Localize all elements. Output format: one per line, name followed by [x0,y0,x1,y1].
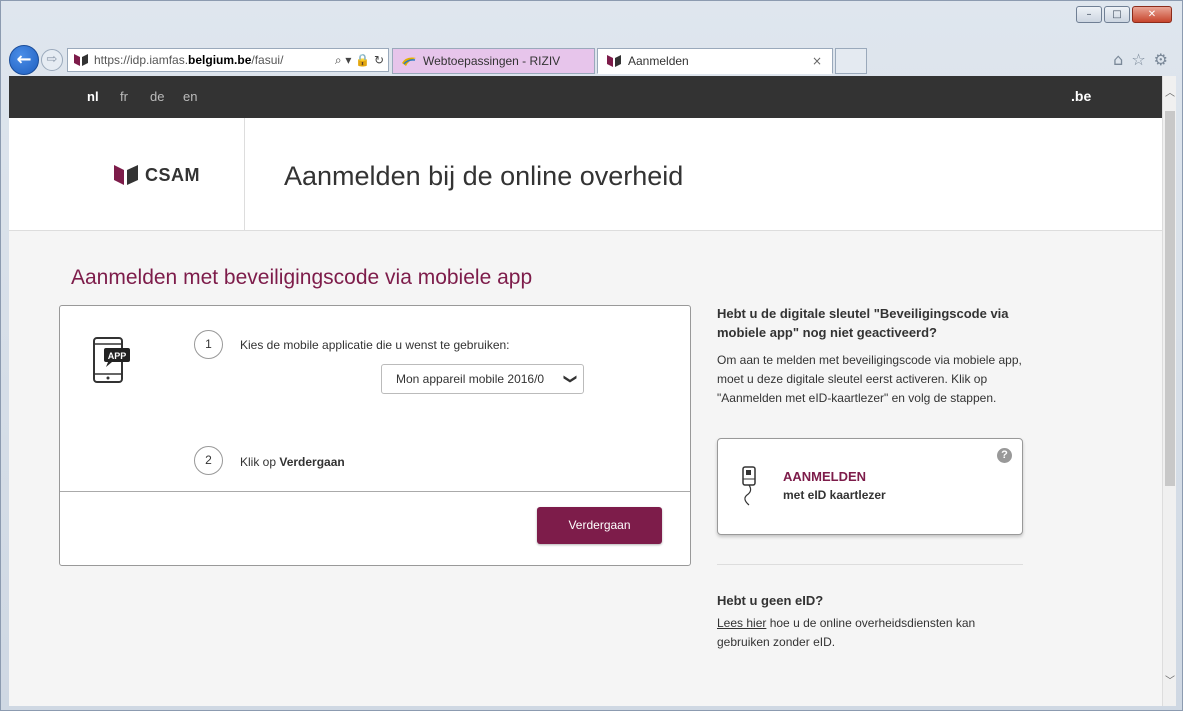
url-host: belgium.be [188,53,252,67]
lang-fr[interactable]: fr [120,89,128,104]
sidebar-divider [717,564,1023,565]
tab-label: Webtoepassingen - RIZIV [423,54,561,68]
card-reader-icon [742,466,756,506]
section-title: Aanmelden met beveiligingscode via mobie… [71,266,533,289]
eid-card-title: AANMELDEN [783,469,867,484]
step-2-text-prefix: Klik op [240,455,280,469]
tab-label: Aanmelden [628,54,689,68]
no-eid-heading: Hebt u geen eID? [717,593,824,608]
csam-favicon-icon [74,54,88,66]
address-bar-icons[interactable]: ⌕ ▾ 🔒 ↻ [335,49,384,71]
lang-de[interactable]: de [150,89,164,104]
minimize-button[interactable]: – [1076,6,1102,23]
step-1-number: 1 [194,330,223,359]
activation-heading: Hebt u de digitale sleutel "Beveiligings… [717,306,1009,340]
scroll-up-icon[interactable]: ︿ [1163,84,1176,100]
continue-button[interactable]: Verdergaan [537,507,662,544]
page-viewport: nl fr de en .be CSAM Aanmelden bij de on… [9,76,1176,706]
select-value: Mon appareil mobile 2016/0 [396,372,545,386]
close-window-button[interactable]: ✕ [1132,6,1172,23]
lang-nl[interactable]: nl [87,89,99,104]
browser-window: – □ ✕ ← ⇨ https://idp.iamfas.belgium.be/… [0,0,1183,711]
language-bar: nl fr de en .be [9,76,1162,118]
scroll-down-icon[interactable]: ﹀ [1163,672,1176,688]
home-icon[interactable]: ⌂ [1113,50,1123,69]
settings-gear-icon[interactable]: ⚙ [1154,50,1168,69]
step-2-text: Klik op Verdergaan [240,455,345,469]
scroll-thumb[interactable] [1165,111,1175,486]
eid-card-subtitle: met eID kaartlezer [783,488,886,502]
csam-logo[interactable]: CSAM [113,164,200,186]
close-tab-icon[interactable]: × [812,49,822,73]
activation-text: Om aan te melden met beveiligingscode vi… [717,353,1022,405]
favorites-star-icon[interactable]: ☆ [1131,50,1145,69]
window-controls: – □ ✕ [1076,6,1172,23]
login-card: APP 1 Kies de mobile applicatie die u we… [59,305,691,566]
url-prefix: https://idp.iamfas. [94,53,189,67]
help-icon[interactable]: ? [997,448,1012,463]
tab-aanmelden[interactable]: Aanmelden × [597,48,833,74]
toolbar-icons: ⌂ ☆ ⚙ [1113,50,1168,69]
mobile-app-icon: APP [93,337,130,383]
csam-favicon-icon [607,55,621,67]
app-badge-text: APP [108,351,127,361]
step-1-text: Kies de mobile applicatie die u wenst te… [240,338,510,352]
step-2-number: 2 [194,446,223,475]
new-tab-button[interactable] [835,48,867,74]
header-divider [244,118,245,231]
page-title: Aanmelden bij de online overheid [284,161,684,191]
chevron-down-icon: ❯ [562,373,578,385]
url-suffix: /fasui/ [251,53,284,67]
forward-button[interactable]: ⇨ [41,49,63,71]
back-button[interactable]: ← [9,45,39,75]
page-header: CSAM Aanmelden bij de online overheid [9,118,1162,231]
vertical-scrollbar[interactable]: ︿ ﹀ [1162,76,1176,706]
csam-logo-icon [114,165,138,185]
logo-text: CSAM [145,164,200,185]
card-divider [60,491,690,492]
step-2-text-bold: Verdergaan [279,455,345,469]
mobile-app-select[interactable]: Mon appareil mobile 2016/0 ❯ [381,364,584,394]
maximize-button[interactable]: □ [1104,6,1130,23]
riziv-favicon-icon [402,57,416,66]
eid-login-card[interactable]: AANMELDEN met eID kaartlezer ? [717,438,1023,535]
address-bar[interactable]: https://idp.iamfas.belgium.be/fasui/ ⌕ ▾… [67,48,389,72]
lang-en[interactable]: en [183,89,197,104]
tab-webtoepassingen[interactable]: Webtoepassingen - RIZIV [392,48,595,74]
read-here-link[interactable]: Lees hier [717,616,766,630]
no-eid-text: Lees hier hoe u de online overheidsdiens… [717,614,1027,652]
belgium-be-logo[interactable]: .be [1071,88,1091,104]
